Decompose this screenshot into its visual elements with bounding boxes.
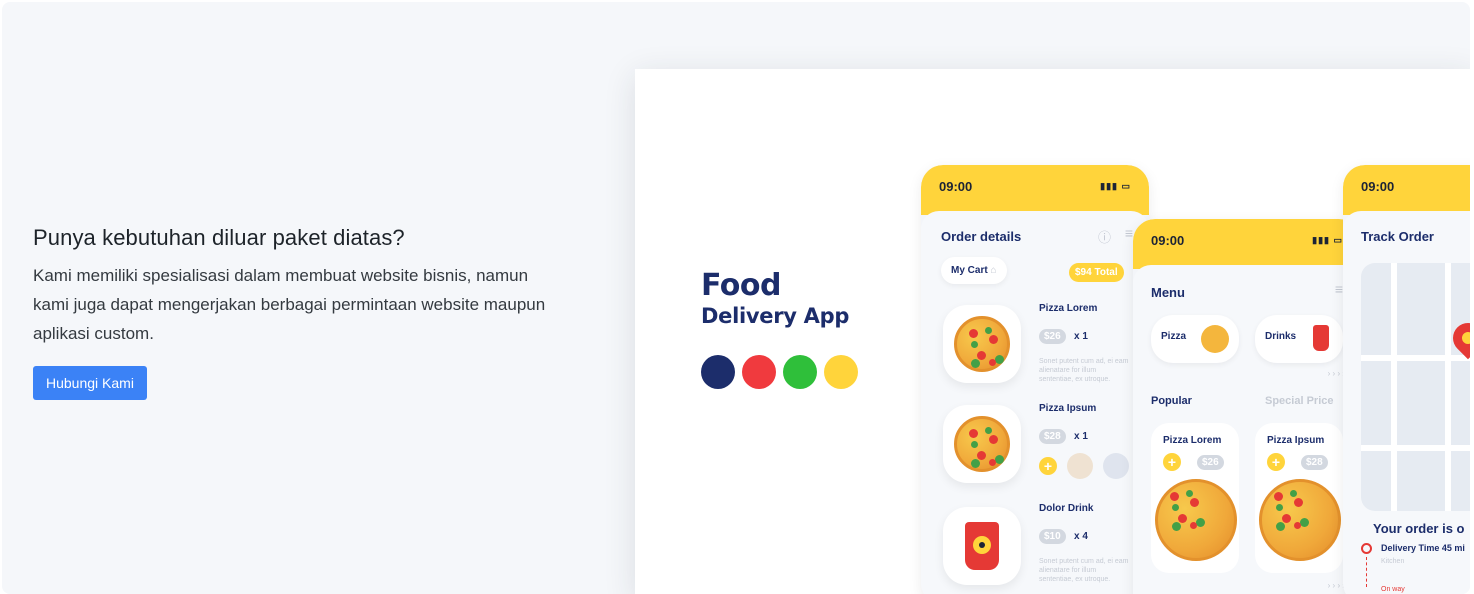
item-price-2: $28	[1039, 429, 1066, 444]
phone-menu: 09:00 ▮▮▮ ▭ Menu ≡ Pizza Drinks › › › › …	[1133, 219, 1361, 594]
add-icon: +	[1039, 457, 1057, 475]
item-plate-3	[943, 507, 1021, 585]
menu-title: Menu	[1151, 285, 1185, 300]
tab-popular: Popular	[1151, 395, 1192, 407]
item-price-3: $10	[1039, 529, 1066, 544]
phone-body: Track Order Your order is o Delivery Tim…	[1343, 211, 1470, 594]
swatch-green	[783, 355, 817, 389]
category-label: Drinks	[1265, 331, 1297, 342]
item-name-3: Dolor Drink	[1039, 503, 1094, 514]
pizza-icon	[1259, 479, 1341, 561]
menu-icon: ≡	[1334, 281, 1343, 297]
brand-line-2: Delivery App	[701, 304, 850, 328]
step-on-way: On way	[1381, 586, 1405, 593]
custom-request-section: Punya kebutuhan diluar paket diatas? Kam…	[2, 2, 1470, 594]
color-swatches	[701, 355, 858, 389]
product-name-1: Pizza Lorem	[1163, 435, 1222, 446]
location-pin-icon	[1446, 316, 1470, 360]
info-icon: ⓘ	[1097, 230, 1111, 245]
status-time: 09:00	[939, 179, 973, 194]
status-bar: 09:00 ▮▮▮ ▭	[1133, 219, 1361, 269]
swatch-navy	[701, 355, 735, 389]
cta-block: Punya kebutuhan diluar paket diatas? Kam…	[33, 225, 553, 400]
status-time: 09:00	[1151, 233, 1185, 248]
category-pizza: Pizza	[1151, 315, 1239, 363]
item-price-1: $26	[1039, 329, 1066, 344]
item-desc-1: Sonet putent cum ad, ei eam alienatare f…	[1039, 358, 1129, 383]
product-card-2: Pizza Ipsum + $28	[1255, 423, 1343, 573]
item-name-2: Pizza Ipsum	[1039, 403, 1097, 414]
cta-description: Kami memiliki spesialisasi dalam membuat…	[33, 266, 546, 343]
pizza-icon	[954, 316, 1010, 372]
status-time: 09:00	[1361, 179, 1395, 194]
pizza-icon	[954, 416, 1010, 472]
basket-icon: ⌂	[990, 265, 997, 276]
cart-pill: My Cart ⌂	[941, 257, 1007, 284]
brand-title: Food Delivery App	[701, 269, 849, 329]
item-desc-3: Sonet putent cum ad, ei eam alienatare f…	[1039, 558, 1129, 583]
signal-battery-icon: ▮▮▮ ▭	[1100, 181, 1131, 191]
timeline-line	[1366, 557, 1367, 587]
category-label: Pizza	[1161, 331, 1187, 342]
phone-body: Menu ≡ Pizza Drinks › › › › Popular Spec…	[1133, 265, 1361, 594]
delivery-time: Delivery Time 45 mi	[1381, 543, 1465, 553]
item-plate-2	[943, 405, 1021, 483]
item-plate-1	[943, 305, 1021, 383]
item-qty-1: x 1	[1074, 331, 1088, 342]
phone-track-order: 09:00 Track Order Your order is o Delive…	[1343, 165, 1470, 594]
olive-icon	[1103, 453, 1129, 479]
menu-icon: ≡	[1124, 225, 1133, 241]
product-price-2: $28	[1301, 455, 1328, 470]
order-title: Order details	[941, 229, 1022, 244]
brand-line-1: Food	[701, 268, 781, 303]
track-title: Track Order	[1361, 229, 1434, 244]
app-showcase-image: Food Delivery App 09:00 ▮▮▮ ▭ Order deta…	[635, 69, 1470, 594]
signal-battery-icon: ▮▮▮ ▭	[1312, 235, 1343, 245]
product-price-1: $26	[1197, 455, 1224, 470]
total-badge: $94 Total	[1069, 263, 1124, 282]
status-bar: 09:00 ▮▮▮ ▭	[921, 165, 1149, 215]
step-kitchen: Kitchen	[1381, 558, 1405, 565]
status-bar: 09:00	[1343, 165, 1470, 215]
pizza-slice-icon	[1201, 325, 1229, 353]
topping-icon	[1067, 453, 1093, 479]
contact-button[interactable]: Hubungi Kami	[33, 366, 147, 400]
order-status: Your order is o	[1373, 521, 1465, 536]
item-qty-2: x 1	[1074, 431, 1088, 442]
add-icon: +	[1163, 453, 1181, 471]
drink-icon	[1313, 325, 1329, 351]
swatch-yellow	[824, 355, 858, 389]
cart-label: My Cart	[951, 265, 988, 276]
category-drinks: Drinks	[1255, 315, 1343, 363]
pizza-icon	[1155, 479, 1237, 561]
clock-icon	[1361, 543, 1372, 554]
phone-order-details: 09:00 ▮▮▮ ▭ Order details ⓘ ≡ My Cart ⌂ …	[921, 165, 1149, 594]
swatch-red	[742, 355, 776, 389]
drink-cup-icon	[965, 522, 999, 570]
phone-body: Order details ⓘ ≡ My Cart ⌂ $94 Total Pi…	[921, 211, 1149, 594]
product-name-2: Pizza Ipsum	[1267, 435, 1325, 446]
delivery-map	[1361, 263, 1470, 511]
product-card-1: Pizza Lorem + $26	[1151, 423, 1239, 573]
cta-heading: Punya kebutuhan diluar paket diatas?	[33, 225, 405, 250]
tab-special-price: Special Price	[1265, 395, 1334, 407]
item-qty-3: x 4	[1074, 531, 1088, 542]
item-name-1: Pizza Lorem	[1039, 303, 1098, 314]
add-icon: +	[1267, 453, 1285, 471]
